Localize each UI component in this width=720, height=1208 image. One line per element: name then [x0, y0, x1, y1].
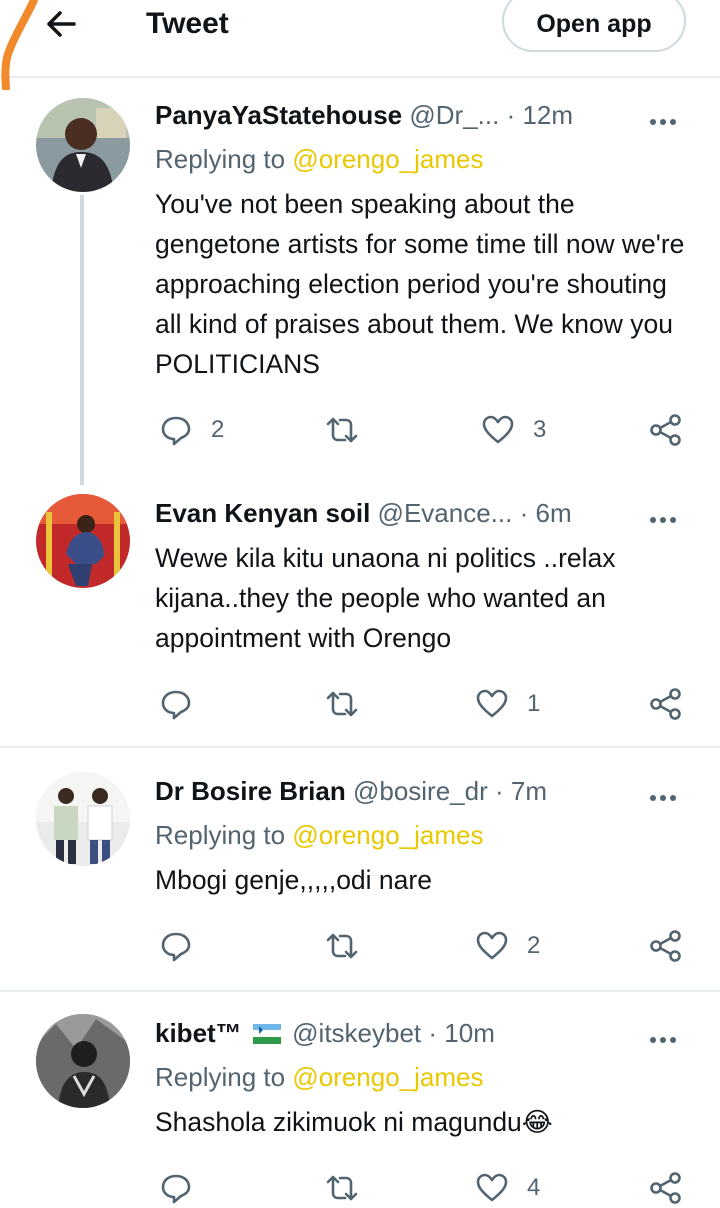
timestamp[interactable]: 6m: [535, 498, 571, 528]
like-count: 3: [533, 416, 547, 443]
back-arrow-icon: [47, 11, 76, 37]
reply-icon: [161, 690, 191, 720]
orange-pen-mark: [1, 0, 38, 90]
replying-to: Replying to @orengo_james: [155, 1060, 483, 1094]
tweet-divider: [0, 990, 720, 992]
avatar[interactable]: [36, 98, 130, 192]
tweet-text: Shashola zikimuok ni magundu😂: [155, 1102, 700, 1142]
like-count: 4: [527, 1174, 541, 1201]
replying-handle-link[interactable]: @orengo_james: [292, 820, 483, 850]
like-icon: [482, 415, 514, 444]
separator: ·: [519, 498, 529, 528]
tweet-text: You've not been speaking about the genge…: [155, 189, 685, 379]
separator: ·: [506, 100, 516, 130]
more-icon: [650, 510, 680, 527]
tweet-header: Evan Kenyan soil @Evance... · 6m: [155, 496, 635, 530]
reply-button[interactable]: 2: [159, 410, 224, 450]
more-options-button[interactable]: [650, 112, 686, 125]
laughing-emoji: 😂: [521, 1107, 553, 1137]
action-bar: 2 3: [155, 410, 695, 450]
like-button[interactable]: 3: [481, 410, 546, 450]
avatar[interactable]: [36, 494, 130, 588]
action-bar: 2: [155, 926, 695, 966]
timestamp[interactable]: 12m: [522, 100, 573, 130]
like-button[interactable]: 2: [475, 926, 540, 966]
replying-label: Replying to: [155, 1062, 286, 1092]
retweet-button[interactable]: [325, 410, 359, 450]
tweet-header: PanyaYaStatehouse @Dr_... · 12m: [155, 98, 635, 132]
like-icon: [476, 689, 508, 718]
separator: ·: [495, 776, 504, 806]
top-bar: Tweet Open app: [0, 0, 720, 90]
reply-button[interactable]: [159, 684, 193, 724]
reply-count: 2: [211, 416, 225, 443]
more-icon: [650, 788, 680, 805]
page-title: Tweet: [146, 7, 229, 40]
replying-to: Replying to @orengo_james: [155, 142, 483, 176]
reply-icon: [161, 932, 191, 962]
share-button[interactable]: [649, 1168, 683, 1208]
replying-handle-link[interactable]: @orengo_james: [292, 1062, 483, 1092]
action-bar: 4: [155, 1168, 695, 1208]
user-handle[interactable]: @Evance...: [378, 498, 513, 528]
more-icon: [650, 1030, 680, 1047]
display-name[interactable]: Evan Kenyan soil: [155, 498, 370, 528]
reply-button[interactable]: [159, 926, 193, 966]
retweet-icon: [326, 933, 358, 959]
thread-connector: [80, 195, 84, 485]
avatar[interactable]: [36, 772, 130, 866]
more-options-button[interactable]: [650, 788, 686, 801]
retweet-button[interactable]: [325, 926, 359, 966]
user-handle[interactable]: @itskeybet: [292, 1018, 421, 1048]
timestamp[interactable]: 7m: [511, 776, 547, 806]
retweet-button[interactable]: [325, 684, 359, 724]
reply-button[interactable]: [159, 1168, 193, 1208]
share-icon: [650, 930, 681, 962]
replying-label: Replying to: [155, 820, 286, 850]
action-bar: 1: [155, 684, 695, 724]
share-button[interactable]: [649, 410, 683, 450]
open-app-button[interactable]: Open app: [502, 0, 686, 52]
back-button[interactable]: [40, 6, 84, 42]
like-count: 2: [527, 932, 541, 959]
reply-icon: [161, 416, 191, 446]
replying-to: Replying to @orengo_james: [155, 818, 483, 852]
retweet-button[interactable]: [325, 1168, 359, 1208]
share-icon: [650, 688, 681, 720]
more-icon: [650, 112, 680, 129]
more-options-button[interactable]: [650, 1030, 686, 1043]
separator: ·: [428, 1018, 438, 1048]
share-icon: [650, 1172, 681, 1204]
like-button[interactable]: 4: [475, 1168, 540, 1208]
share-button[interactable]: [649, 684, 683, 724]
more-options-button[interactable]: [650, 510, 686, 523]
retweet-icon: [326, 1175, 358, 1201]
share-button[interactable]: [649, 926, 683, 966]
display-name[interactable]: Dr Bosire Brian: [155, 776, 346, 806]
avatar[interactable]: [36, 1014, 130, 1108]
reply-icon: [161, 1174, 191, 1204]
tweet-text: Wewe kila kitu unaona ni politics ..rela…: [155, 543, 616, 653]
share-icon: [650, 414, 681, 446]
like-button[interactable]: 1: [475, 684, 540, 724]
tweet-divider: [0, 746, 720, 748]
timestamp[interactable]: 10m: [444, 1018, 495, 1048]
tweet-text: Mbogi genje,,,,,odi nare: [155, 865, 432, 895]
like-icon: [476, 931, 508, 960]
replying-label: Replying to: [155, 144, 286, 174]
like-icon: [476, 1173, 508, 1202]
tweet-header: kibet™ @itskeybet · 10m: [155, 1016, 635, 1050]
display-name[interactable]: PanyaYaStatehouse: [155, 100, 402, 130]
user-handle[interactable]: @Dr_...: [409, 100, 499, 130]
tweet-header: Dr Bosire Brian @bosire_dr · 7m: [155, 774, 635, 808]
user-handle[interactable]: @bosire_dr: [353, 776, 488, 806]
retweet-icon: [326, 417, 358, 443]
display-name[interactable]: kibet™: [155, 1018, 242, 1048]
retweet-icon: [326, 691, 358, 717]
like-count: 1: [527, 690, 541, 717]
replying-handle-link[interactable]: @orengo_james: [292, 144, 483, 174]
flag-icon: [252, 1024, 281, 1044]
tweet-text-content: Shashola zikimuok ni magundu: [155, 1107, 522, 1137]
